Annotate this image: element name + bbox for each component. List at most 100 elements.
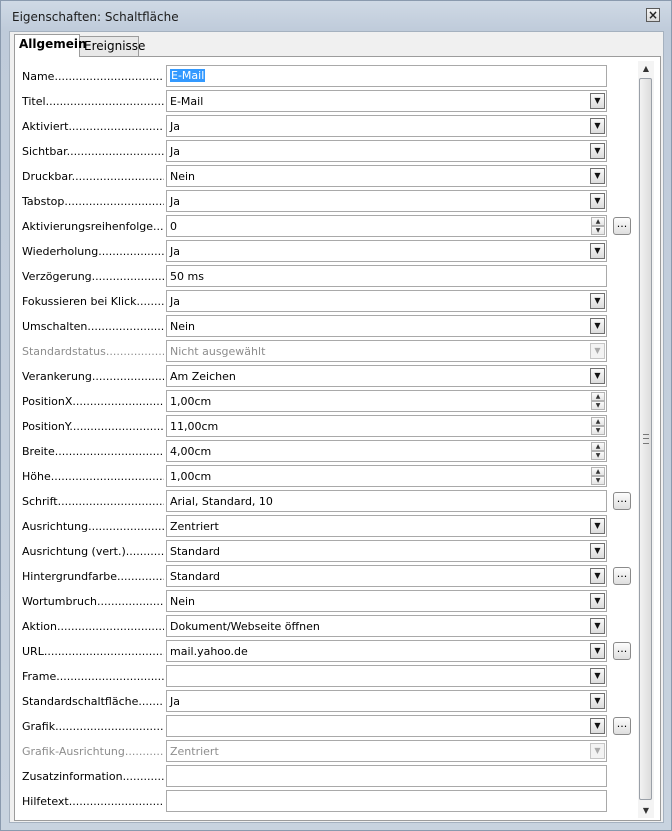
properties-panel: Name....................................… <box>14 56 661 821</box>
property-row-name: Name....................................… <box>15 65 635 87</box>
standardschaltfläche-dropdown[interactable]: Ja ▼ <box>166 690 607 712</box>
name-input[interactable]: E-Mail <box>166 65 607 87</box>
spin-down-icon[interactable]: ▼ <box>591 476 605 485</box>
hilfetext-input[interactable] <box>166 790 607 812</box>
scroll-up-icon[interactable]: ▲ <box>638 61 654 76</box>
zusatzinformation-input[interactable] <box>166 765 607 787</box>
chevron-down-icon[interactable]: ▼ <box>590 143 605 159</box>
höhe-spin-field[interactable]: 1,00cm ▲ ▼ <box>166 465 607 487</box>
property-label: Ausrichtung (vert.).....................… <box>22 545 164 558</box>
aktiviert-dropdown[interactable]: Ja ▼ <box>166 115 607 137</box>
spin-down-icon[interactable]: ▼ <box>591 226 605 235</box>
grafik-dropdown[interactable]: ▼ <box>166 715 607 737</box>
property-row-url: URL.....................................… <box>15 640 635 662</box>
spin-down-icon[interactable]: ▼ <box>591 426 605 435</box>
umschalten-dropdown[interactable]: Nein ▼ <box>166 315 607 337</box>
frame-dropdown[interactable]: ▼ <box>166 665 607 687</box>
property-value: Ja <box>170 195 180 208</box>
property-value: 4,00cm <box>170 445 212 458</box>
spin-up-icon[interactable]: ▲ <box>591 467 605 476</box>
property-row-umschalten: Umschalten..............................… <box>15 315 635 337</box>
spin-arrows-icon[interactable]: ▲ ▼ <box>591 442 605 460</box>
titel-dropdown[interactable]: E-Mail ▼ <box>166 90 607 112</box>
chevron-down-icon[interactable]: ▼ <box>590 568 605 584</box>
chevron-down-icon[interactable]: ▼ <box>590 668 605 684</box>
property-row-positionx: PositionX...............................… <box>15 390 635 412</box>
chevron-down-icon[interactable]: ▼ <box>590 718 605 734</box>
verankerung-dropdown[interactable]: Am Zeichen ▼ <box>166 365 607 387</box>
chevron-down-icon[interactable]: ▼ <box>590 93 605 109</box>
chevron-down-icon[interactable]: ▼ <box>590 168 605 184</box>
sichtbar-dropdown[interactable]: Ja ▼ <box>166 140 607 162</box>
property-label: Schrift.................................… <box>22 495 164 508</box>
chevron-down-icon[interactable]: ▼ <box>590 643 605 659</box>
spin-up-icon[interactable]: ▲ <box>591 392 605 401</box>
property-label: Tabstop.................................… <box>22 195 164 208</box>
spin-up-icon[interactable]: ▲ <box>591 217 605 226</box>
ellipsis-button[interactable]: ... <box>613 642 631 660</box>
druckbar-dropdown[interactable]: Nein ▼ <box>166 165 607 187</box>
positionx-spin-field[interactable]: 1,00cm ▲ ▼ <box>166 390 607 412</box>
ellipsis-button[interactable]: ... <box>613 217 631 235</box>
chevron-down-icon[interactable]: ▼ <box>590 118 605 134</box>
ausrichtung-dropdown[interactable]: Zentriert ▼ <box>166 515 607 537</box>
property-label: Hintergrundfarbe........................… <box>22 570 164 583</box>
aktivierungsreihenfolge-spin-field[interactable]: 0 ▲ ▼ <box>166 215 607 237</box>
chevron-down-icon[interactable]: ▼ <box>590 693 605 709</box>
chevron-down-icon[interactable]: ▼ <box>590 293 605 309</box>
spin-up-icon[interactable]: ▲ <box>591 442 605 451</box>
chevron-down-icon[interactable]: ▼ <box>590 618 605 634</box>
positiony-spin-field[interactable]: 11,00cm ▲ ▼ <box>166 415 607 437</box>
chevron-down-icon[interactable]: ▼ <box>590 593 605 609</box>
spin-up-icon[interactable]: ▲ <box>591 417 605 426</box>
spin-arrows-icon[interactable]: ▲ ▼ <box>591 392 605 410</box>
hintergrundfarbe-dropdown[interactable]: Standard ▼ <box>166 565 607 587</box>
properties-dialog: Eigenschaften: Schaltfläche × Allgemein … <box>0 0 672 831</box>
ellipsis-button[interactable]: ... <box>613 717 631 735</box>
property-row-sichtbar: Sichtbar................................… <box>15 140 635 162</box>
property-label: Zusatzinformation.......................… <box>22 770 164 783</box>
wortumbruch-dropdown[interactable]: Nein ▼ <box>166 590 607 612</box>
spin-down-icon[interactable]: ▼ <box>591 401 605 410</box>
property-label: Standardschaltfläche....................… <box>22 695 164 708</box>
tabstop-dropdown[interactable]: Ja ▼ <box>166 190 607 212</box>
chevron-down-icon[interactable]: ▼ <box>590 243 605 259</box>
property-label: Verzögerung.............................… <box>22 270 164 283</box>
ellipsis-button[interactable]: ... <box>613 567 631 585</box>
title-bar[interactable]: Eigenschaften: Schaltfläche × <box>1 1 671 31</box>
spin-arrows-icon[interactable]: ▲ ▼ <box>591 217 605 235</box>
property-value: 11,00cm <box>170 420 219 433</box>
property-label: Ausrichtung.............................… <box>22 520 164 533</box>
property-label: Name....................................… <box>22 70 164 83</box>
ausrichtung-vert-dropdown[interactable]: Standard ▼ <box>166 540 607 562</box>
url-dropdown[interactable]: mail.yahoo.de ▼ <box>166 640 607 662</box>
scrollbar-thumb[interactable] <box>639 78 652 800</box>
chevron-down-icon[interactable]: ▼ <box>590 318 605 334</box>
chevron-down-icon[interactable]: ▼ <box>590 543 605 559</box>
chevron-down-icon[interactable]: ▼ <box>590 518 605 534</box>
scroll-down-icon[interactable]: ▼ <box>638 803 654 818</box>
breite-spin-field[interactable]: 4,00cm ▲ ▼ <box>166 440 607 462</box>
property-label: Grafik-Ausrichtung......................… <box>22 745 164 758</box>
vertical-scrollbar[interactable]: ▲ ▼ <box>638 61 654 818</box>
close-button[interactable]: × <box>646 8 660 22</box>
spin-down-icon[interactable]: ▼ <box>591 451 605 460</box>
grafik-ausrichtung-dropdown: Zentriert ▼ <box>166 740 607 762</box>
spin-arrows-icon[interactable]: ▲ ▼ <box>591 417 605 435</box>
schrift-input[interactable]: Arial, Standard, 10 <box>166 490 607 512</box>
property-value: Zentriert <box>170 520 219 533</box>
chevron-down-icon[interactable]: ▼ <box>590 368 605 384</box>
spin-arrows-icon[interactable]: ▲ ▼ <box>591 467 605 485</box>
chevron-down-icon[interactable]: ▼ <box>590 193 605 209</box>
property-row-schrift: Schrift.................................… <box>15 490 635 512</box>
aktion-dropdown[interactable]: Dokument/Webseite öffnen ▼ <box>166 615 607 637</box>
property-label: URL.....................................… <box>22 645 164 658</box>
chevron-down-icon: ▼ <box>590 743 605 759</box>
wiederholung-dropdown[interactable]: Ja ▼ <box>166 240 607 262</box>
property-row-standardschaltfläche: Standardschaltfläche....................… <box>15 690 635 712</box>
fokussieren-bei-klick-dropdown[interactable]: Ja ▼ <box>166 290 607 312</box>
tab-ereignisse[interactable]: Ereignisse <box>79 36 145 56</box>
ellipsis-button[interactable]: ... <box>613 492 631 510</box>
tab-allgemein[interactable]: Allgemein <box>14 34 87 57</box>
verzögerung-input[interactable]: 50 ms <box>166 265 607 287</box>
